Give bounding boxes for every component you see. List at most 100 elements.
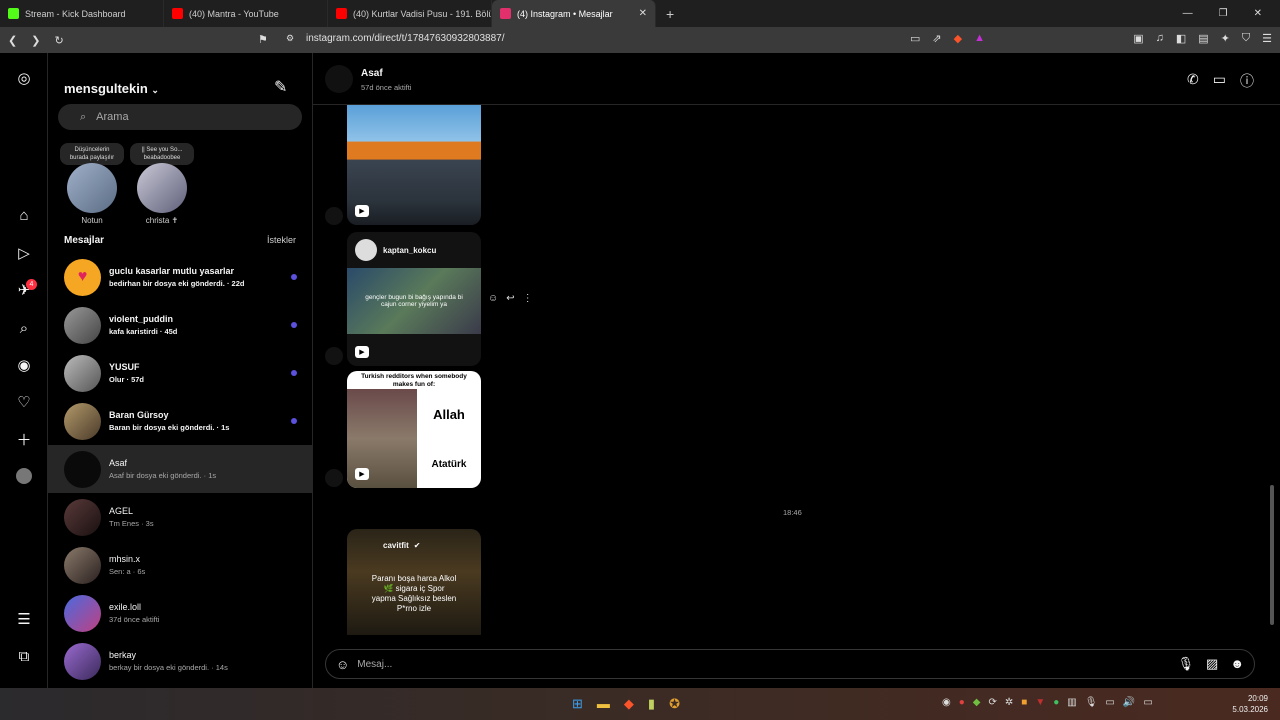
list-item[interactable]: mhsin.x Sen: a · 6s (48, 541, 313, 589)
restore-icon[interactable]: ❐ (1219, 8, 1228, 19)
list-item[interactable]: YUSUF Olur · 57d (48, 349, 313, 397)
shared-reel[interactable]: Turkish redditors when somebody makes fu… (347, 371, 481, 488)
emoji-icon[interactable]: ☺ (336, 657, 349, 672)
tab-title: Stream - Kick Dashboard (25, 8, 126, 19)
brave-shield-icon[interactable]: ◆ (954, 32, 962, 45)
tray-icon[interactable]: ◆ (973, 697, 981, 708)
menu-icon[interactable]: ☰ (1262, 32, 1272, 45)
more-menu-icon[interactable]: ☰ (14, 609, 34, 629)
share-icon[interactable]: ⇗ (932, 32, 941, 45)
note-name: christa ✝ (145, 216, 179, 225)
list-item[interactable]: Baran Gürsoy Baran bir dosya eki gönderdi… (48, 397, 313, 445)
more-options-icon[interactable]: ⋮ (523, 293, 533, 304)
close-window-icon[interactable]: ✕ (1254, 8, 1262, 19)
kick-icon (8, 8, 19, 19)
reply-icon[interactable]: ↩ (506, 293, 514, 304)
video-call-icon[interactable]: ▭ (1213, 71, 1226, 91)
tray-icon[interactable]: ◉ (942, 697, 951, 708)
home-icon[interactable]: ⌂ (14, 205, 34, 225)
sidebar-icon[interactable]: ◧ (1176, 32, 1186, 45)
vpn-icon[interactable]: ⛉ (1242, 32, 1250, 45)
list-item[interactable]: Asaf Asaf bir dosya eki gönderdi. · 1s (48, 445, 313, 493)
scrollbar[interactable] (1270, 113, 1274, 633)
minimize-icon[interactable]: — (1183, 8, 1193, 19)
site-info-icon[interactable]: ⚙ (286, 33, 294, 44)
note-own[interactable]: Düşüncelerin burada paylaşılır Notun (60, 143, 124, 225)
phone-icon[interactable]: ✆ (1187, 71, 1199, 91)
brave-browser-icon[interactable]: ◆ (624, 696, 634, 712)
image-icon[interactable]: ▨ (1206, 656, 1218, 672)
instagram-logo-icon[interactable]: ◎ (14, 68, 34, 88)
profile-avatar[interactable] (14, 466, 34, 486)
reel-word-2: Atatürk (431, 458, 467, 470)
create-icon[interactable]: ＋ (14, 429, 34, 449)
tray-icon[interactable]: ■ (1021, 697, 1027, 708)
message-input[interactable]: ☺ Mesaj... 🎙 ▨ ☻ (325, 649, 1255, 679)
list-item[interactable]: exile.loll 37d önce aktifti (48, 589, 313, 637)
microphone-icon[interactable]: 🎙 (1085, 697, 1098, 708)
avatar[interactable] (325, 65, 353, 93)
sender-avatar (325, 469, 343, 487)
new-tab-button[interactable]: + (656, 6, 684, 22)
game-app-icon[interactable]: ✪ (669, 696, 680, 712)
sticker-icon[interactable]: ☻ (1230, 656, 1244, 672)
reels-icon[interactable]: ▷ (14, 243, 34, 263)
file-explorer-icon[interactable]: ▬ (597, 696, 610, 712)
list-item[interactable]: violent_puddin kafa karistirdi · 45d (48, 301, 313, 349)
avatar (64, 354, 101, 392)
avatar: ♥ (64, 258, 101, 296)
reload-icon[interactable]: ↻ (54, 34, 63, 47)
back-icon[interactable]: ❮ (8, 34, 17, 47)
info-icon[interactable]: ⓘ (1240, 71, 1254, 91)
close-tab-icon[interactable]: ✕ (639, 8, 647, 19)
conversation-preview: Asaf bir dosya eki gönderdi. · 1s (109, 471, 217, 480)
apps-icon[interactable]: ⧉ (14, 646, 34, 666)
tab-instagram[interactable]: (4) Instagram • Mesajlar ✕ (492, 0, 656, 27)
media-icon[interactable]: ♫ (1156, 32, 1164, 45)
wallet-icon[interactable]: ▤ (1198, 32, 1208, 45)
brave-rewards-icon[interactable]: ▲ (974, 32, 985, 45)
shared-reel[interactable]: kaptan_kokcu gençler bugun bi bağış yapı… (347, 232, 481, 366)
requests-link[interactable]: İstekler (267, 235, 296, 245)
network-icon[interactable]: ▭ (1105, 697, 1114, 708)
microphone-icon[interactable]: 🎙 (1178, 656, 1195, 672)
heart-icon[interactable]: ♡ (14, 392, 34, 412)
url-field[interactable]: instagram.com/direct/t/17847630932803887… (306, 33, 504, 44)
tray-icon[interactable]: ▼ (1035, 697, 1045, 708)
battery-icon[interactable]: ▭ (1143, 697, 1152, 708)
forward-icon[interactable]: ❯ (31, 34, 40, 47)
tray-icon[interactable]: ● (1053, 697, 1059, 708)
tray-icon[interactable]: ▥ (1067, 697, 1076, 708)
windows-start-icon[interactable]: ⊞ (572, 696, 583, 712)
tray-icon[interactable]: ● (959, 697, 965, 708)
explore-icon[interactable]: ◉ (14, 355, 34, 375)
compose-icon[interactable]: ✎ (274, 77, 287, 97)
list-item[interactable]: ♥ guclu kasarlar mutlu yasarlar bedirhan … (48, 253, 313, 301)
cast-icon[interactable]: ▭ (910, 32, 920, 45)
tray-icon[interactable]: ✲ (1005, 697, 1013, 708)
list-item[interactable]: berkay berkay bir dosya eki gönderdi. · 1… (48, 637, 313, 685)
leo-ai-icon[interactable]: ✦ (1221, 32, 1230, 45)
note-christa[interactable]: || See you So... beabadoobee christa ✝ (130, 143, 194, 225)
conversation-name: exile.loll (109, 602, 142, 612)
tab-kick[interactable]: Stream - Kick Dashboard (0, 0, 164, 27)
search-input[interactable]: ⌕ Arama (58, 104, 302, 130)
search-icon[interactable]: ⌕ (14, 318, 34, 338)
scrollbar-thumb[interactable] (1270, 485, 1274, 625)
tab-youtube-kurtlar[interactable]: (40) Kurtlar Vadisi Pusu - 191. Bölüm (328, 0, 492, 27)
sender-avatar (325, 207, 343, 225)
app-icon[interactable]: ▮ (648, 696, 655, 712)
chat-title[interactable]: Asaf (361, 68, 383, 79)
screenshot-icon[interactable]: ▣ (1133, 32, 1143, 45)
tray-icon[interactable]: ⟳ (988, 697, 996, 708)
bookmark-icon[interactable]: ⚑ (258, 33, 268, 46)
shared-reel[interactable]: cavitfit ✔ Paranı boşa harca Alkol 🌿 sig… (347, 529, 481, 635)
account-switcher[interactable]: mensgultekin ⌄ (64, 81, 159, 96)
avatar (64, 498, 101, 536)
clock[interactable]: 20:09 5.03.2026 (1232, 693, 1268, 715)
volume-icon[interactable]: 🔊 (1123, 697, 1135, 708)
list-item[interactable]: AGEL Tm Enes · 3s (48, 493, 313, 541)
emoji-react-icon[interactable]: ☺ (488, 293, 498, 304)
shared-reel[interactable]: ▶ (347, 105, 481, 225)
tab-youtube-mantra[interactable]: (40) Mantra - YouTube (164, 0, 328, 27)
